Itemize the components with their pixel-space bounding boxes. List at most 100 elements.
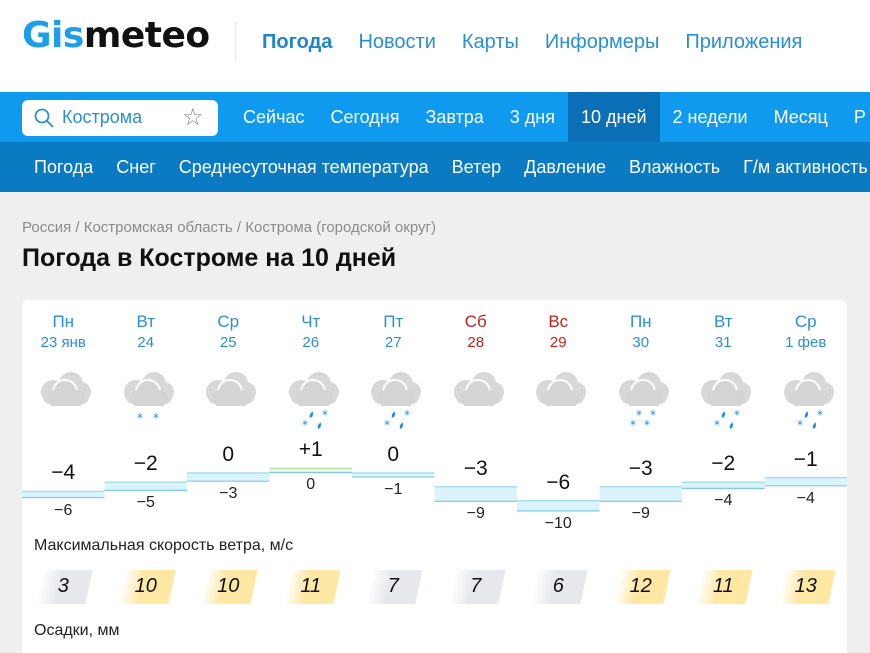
svg-text:*: * [636, 408, 642, 422]
wind-cell: 11 [682, 568, 765, 604]
tab-10-days[interactable]: 10 дней [567, 92, 660, 142]
temperature-min-label: −1 [384, 481, 403, 499]
weather-icon-cell: * * [352, 366, 435, 438]
temperature-chart: −4 −6 −2 −5 0 −3 +1 0 0 −1 −3 −9 −6 −10 −3 −9 −2 −4 −1 −4 [22, 438, 847, 532]
period-tabs: Сейчас Сегодня Завтра 3 дня 10 дней 2 не… [230, 92, 870, 142]
tab-month[interactable]: Месяц [761, 92, 841, 142]
header-divider [235, 22, 236, 62]
wind-cell: 10 [105, 568, 188, 604]
city-search[interactable]: ☆ [22, 100, 218, 136]
snow-icon: * ** * [618, 372, 669, 432]
weather-icon-cell: * * [270, 366, 353, 438]
main-nav-informers[interactable]: Информеры [545, 30, 660, 54]
day-date: 1 фев [785, 334, 827, 351]
tab-tomorrow[interactable]: Завтра [412, 92, 496, 142]
star-icon[interactable]: ☆ [182, 106, 204, 130]
gismeteo-logo[interactable]: Gismeteo [22, 14, 210, 58]
param-tab-geomagnetic[interactable]: Г/м активность [743, 142, 868, 192]
wind-row: 3 10 10 11 7 7 6 12 11 13 [22, 568, 847, 604]
temperature-min-label: −4 [796, 489, 815, 507]
breadcrumb: Россия / Костромская область / Кострома … [22, 219, 436, 236]
wind-speed-value: 10 [134, 575, 157, 597]
main-nav-news[interactable]: Новости [358, 30, 435, 54]
day-date: 30 [632, 334, 650, 351]
main-nav-apps[interactable]: Приложения [685, 30, 802, 54]
svg-text:*: * [797, 418, 803, 432]
day-date: 24 [137, 334, 155, 351]
day-date: 25 [219, 334, 237, 351]
city-search-input[interactable] [62, 104, 182, 130]
tab-more[interactable]: Р [841, 92, 870, 142]
sleet-icon: ** [371, 372, 421, 432]
cloudy-icon [536, 372, 586, 406]
temperature-min-label: 0 [306, 476, 316, 494]
wind-cell: 7 [435, 568, 518, 604]
day-of-week: Ср [217, 312, 240, 331]
temperature-max-label: −3 [463, 456, 488, 480]
svg-text:*: * [384, 418, 390, 432]
day-header[interactable]: Чт 26 [270, 312, 353, 354]
temperature-max-label: −6 [546, 470, 571, 494]
day-header[interactable]: Вт 24 [105, 312, 188, 354]
period-bar: ☆ Сейчас Сегодня Завтра 3 дня 10 дней 2 … [0, 92, 870, 142]
day-date: 26 [302, 334, 320, 351]
temperature-min-label: −3 [219, 485, 238, 503]
temperature-max-label: −2 [133, 452, 158, 476]
weather-icon-cell [22, 366, 105, 438]
day-header[interactable]: Вс 29 [517, 312, 600, 354]
svg-text:*: * [650, 408, 656, 422]
tab-2-weeks[interactable]: 2 недели [660, 92, 761, 142]
main-nav-maps[interactable]: Карты [462, 30, 519, 54]
wind-cell: 3 [22, 568, 105, 604]
param-tab-snow[interactable]: Снег [116, 142, 156, 192]
breadcrumb-country[interactable]: Россия [22, 219, 71, 236]
param-tab-weather[interactable]: Погода [34, 142, 93, 192]
svg-text:*: * [302, 418, 308, 432]
day-of-week: Вс [548, 312, 569, 331]
wind-cell: 13 [765, 568, 848, 604]
day-header[interactable]: Пн 23 янв [22, 312, 105, 354]
site-header: Gismeteo Погода Новости Карты Информеры … [0, 0, 870, 92]
svg-text:*: * [714, 418, 720, 432]
day-header[interactable]: Пт 27 [352, 312, 435, 354]
svg-text:*: * [817, 408, 823, 422]
tab-today[interactable]: Сегодня [317, 92, 412, 142]
svg-text:*: * [644, 418, 650, 432]
svg-text:*: * [734, 408, 740, 422]
breadcrumb-district[interactable]: Кострома (городской округ) [245, 219, 436, 236]
tab-now[interactable]: Сейчас [230, 92, 317, 142]
breadcrumb-separator: / [232, 219, 246, 236]
param-tab-pressure[interactable]: Давление [524, 142, 606, 192]
tab-3-days[interactable]: 3 дня [497, 92, 568, 142]
day-header[interactable]: Ср 1 фев [765, 312, 848, 354]
breadcrumb-region[interactable]: Костромская область [84, 219, 233, 236]
logo-part-meteo: meteo [83, 15, 210, 56]
temperature-min-label: −5 [136, 494, 155, 512]
temperature-min-label: −9 [466, 505, 485, 523]
wind-speed-value: 3 [57, 575, 69, 597]
page-background-strip [847, 192, 870, 653]
day-of-week: Пн [52, 312, 75, 331]
wind-cell: 12 [600, 568, 683, 604]
forecast-card: Пн 23 янв Вт 24 Ср 25 Чт 26 Пт 27 Сб 28 Вс 29 Пн 30 Вт 31… [22, 300, 847, 653]
param-tab-humidity[interactable]: Влажность [629, 142, 720, 192]
main-nav-weather[interactable]: Погода [262, 30, 332, 54]
weather-icon-cell [517, 366, 600, 438]
temperature-min-label: −10 [544, 514, 572, 532]
temperature-max-label: 0 [387, 443, 400, 466]
wind-cell: 10 [187, 568, 270, 604]
temperature-max-label: −3 [628, 456, 653, 480]
day-header[interactable]: Пн 30 [600, 312, 683, 354]
param-tab-avg-temp[interactable]: Среднесуточная температура [179, 142, 429, 192]
day-header[interactable]: Ср 25 [187, 312, 270, 354]
cloudy-icon [453, 372, 504, 406]
temperature-bar [187, 473, 270, 482]
param-tab-wind[interactable]: Ветер [452, 142, 501, 192]
search-icon [34, 108, 54, 128]
day-header[interactable]: Сб 28 [435, 312, 518, 354]
temperature-max-label: −2 [711, 452, 736, 476]
temperature-bar [682, 482, 765, 489]
wind-section-label: Максимальная скорость ветра, м/с [34, 537, 294, 554]
temperature-bar [764, 477, 847, 486]
day-header[interactable]: Вт 31 [682, 312, 765, 354]
